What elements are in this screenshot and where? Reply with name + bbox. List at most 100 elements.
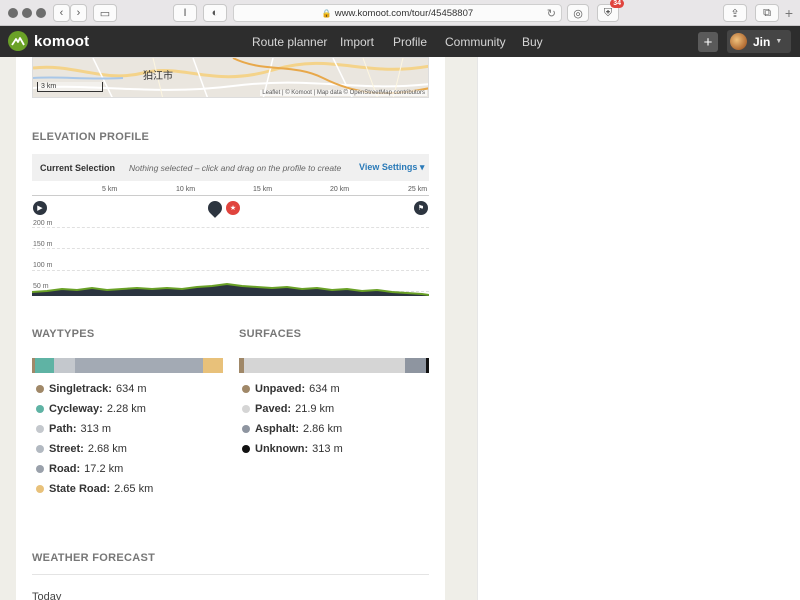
weather-title: WEATHER FORECAST [32,552,156,564]
selection-hint: Nothing selected – click and drag on the… [129,162,342,173]
chevron-down-icon: ▼ [775,38,783,45]
y-axis-label: 150 m [33,241,53,248]
legend-name: Cycleway: [49,403,103,415]
legend-value: 17.2 km [84,463,124,475]
km-tick: 25 km [408,186,428,193]
distance-axis: 5 km 10 km 15 km 20 km 25 km [32,184,429,196]
map-scale: 3 km [37,82,103,92]
avatar [730,33,747,50]
close-window-icon[interactable] [8,8,18,18]
tabs-icon[interactable]: ⧉ [755,4,779,22]
nav-profile[interactable]: Profile [393,35,427,49]
legend-name: Unknown: [255,443,309,455]
axis-line [32,195,429,196]
y-axis-label: 200 m [33,220,53,227]
minimize-window-icon[interactable] [22,8,32,18]
gridline [32,227,429,228]
waytypes-bar [32,358,223,373]
nav-community[interactable]: Community [445,35,506,49]
lock-icon: 🔒 [321,8,332,18]
reload-icon[interactable]: ↻ [547,7,556,20]
right-pane [477,57,800,600]
share-icon[interactable]: ⇪ [723,4,747,22]
legend-value: 2.65 km [114,483,154,495]
nav-import[interactable]: Import [340,35,374,49]
bar-segment [405,358,427,373]
map-place-label: 狛江市 [143,71,173,82]
bar-segment [74,358,203,373]
extension-icon[interactable]: ◐ [203,4,227,22]
legend-value: 313 m [312,443,343,455]
legend-dot-icon [36,485,44,493]
bar-segment [53,358,75,373]
km-tick: 20 km [330,186,350,193]
legend-value: 313 m [80,423,112,435]
sidebar-toggle-icon[interactable]: ▭ [93,4,117,22]
km-tick: 15 km [253,186,273,193]
legend-dot-icon [242,405,250,413]
legend-item[interactable]: Asphalt: 2.86 km [242,423,342,435]
legend-dot-icon [36,445,44,453]
bar-segment [426,358,429,373]
waytypes-title: WAYTYPES [32,328,95,340]
privacy-icon[interactable]: ◎ [567,4,589,22]
legend-value: 21.9 km [295,403,335,415]
start-play-icon[interactable]: ▶ [33,201,47,215]
forward-button[interactable]: › [70,4,87,22]
legend-name: Asphalt: [255,423,299,435]
weather-day-label: Today [32,591,62,600]
legend-name: Street: [49,443,84,455]
legend-item[interactable]: Street: 2.68 km [36,443,127,455]
map-attribution[interactable]: Leaflet | © Komoot | Map data © OpenStre… [260,90,427,96]
extension-badge: 34 [610,0,624,8]
legend-value: 2.68 km [87,443,127,455]
y-axis-label: 100 m [33,262,53,269]
tour-map[interactable]: 狛江市 3 km Leaflet | © Komoot | Map data ©… [32,57,429,98]
selection-bar: Current Selection Nothing selected – cli… [32,154,429,181]
browser-toolbar: ‹ › ▭ I ◐ 🔒 www.komoot.com/tour/45458807… [0,0,800,26]
komoot-logo[interactable]: komoot [8,31,89,51]
user-menu[interactable]: Jin ▼ [727,30,791,53]
legend-dot-icon [242,385,250,393]
nav-buy[interactable]: Buy [522,35,543,49]
view-settings-button[interactable]: View Settings ▾ [359,162,424,173]
nav-route-planner[interactable]: Route planner [252,35,327,49]
legend-item[interactable]: Path: 313 m [36,423,111,435]
gridline [32,270,429,271]
legend-name: Unpaved: [255,383,306,395]
legend-dot-icon [242,445,250,453]
zoom-window-icon[interactable] [36,8,46,18]
legend-name: Path: [49,423,77,435]
add-icon[interactable]: + [698,32,718,52]
legend-item[interactable]: Unpaved: 634 m [242,383,340,395]
brand-name: komoot [34,32,90,50]
adblock-extension-icon[interactable]: ⛨ 34 [597,0,624,22]
gridline [32,248,429,249]
legend-name: State Road: [49,483,111,495]
address-bar[interactable]: 🔒 www.komoot.com/tour/45458807 ↻ [233,4,562,22]
surfaces-bar [239,358,429,373]
legend-value: 2.28 km [106,403,146,415]
divider [32,574,429,575]
bar-segment [243,358,406,373]
legend-name: Paved: [255,403,292,415]
legend-item[interactable]: Road: 17.2 km [36,463,123,475]
elevation-profile-graph[interactable] [32,280,429,296]
legend-item[interactable]: Singletrack: 634 m [36,383,147,395]
legend-dot-icon [36,425,44,433]
highlight-star-icon[interactable]: ★ [226,201,240,215]
legend-item[interactable]: State Road: 2.65 km [36,483,153,495]
komoot-mountain-icon [8,31,28,51]
reader-icon[interactable]: I [173,4,197,22]
legend-name: Singletrack: [49,383,112,395]
finish-flag-icon[interactable]: ⚑ [414,201,428,215]
new-tab-icon[interactable]: + [778,0,800,26]
legend-item[interactable]: Cycleway: 2.28 km [36,403,146,415]
km-tick: 10 km [176,186,196,193]
legend-item[interactable]: Paved: 21.9 km [242,403,334,415]
bar-segment [34,358,54,373]
legend-value: 2.86 km [303,423,343,435]
back-button[interactable]: ‹ [53,4,70,22]
legend-dot-icon [242,425,250,433]
legend-item[interactable]: Unknown: 313 m [242,443,343,455]
